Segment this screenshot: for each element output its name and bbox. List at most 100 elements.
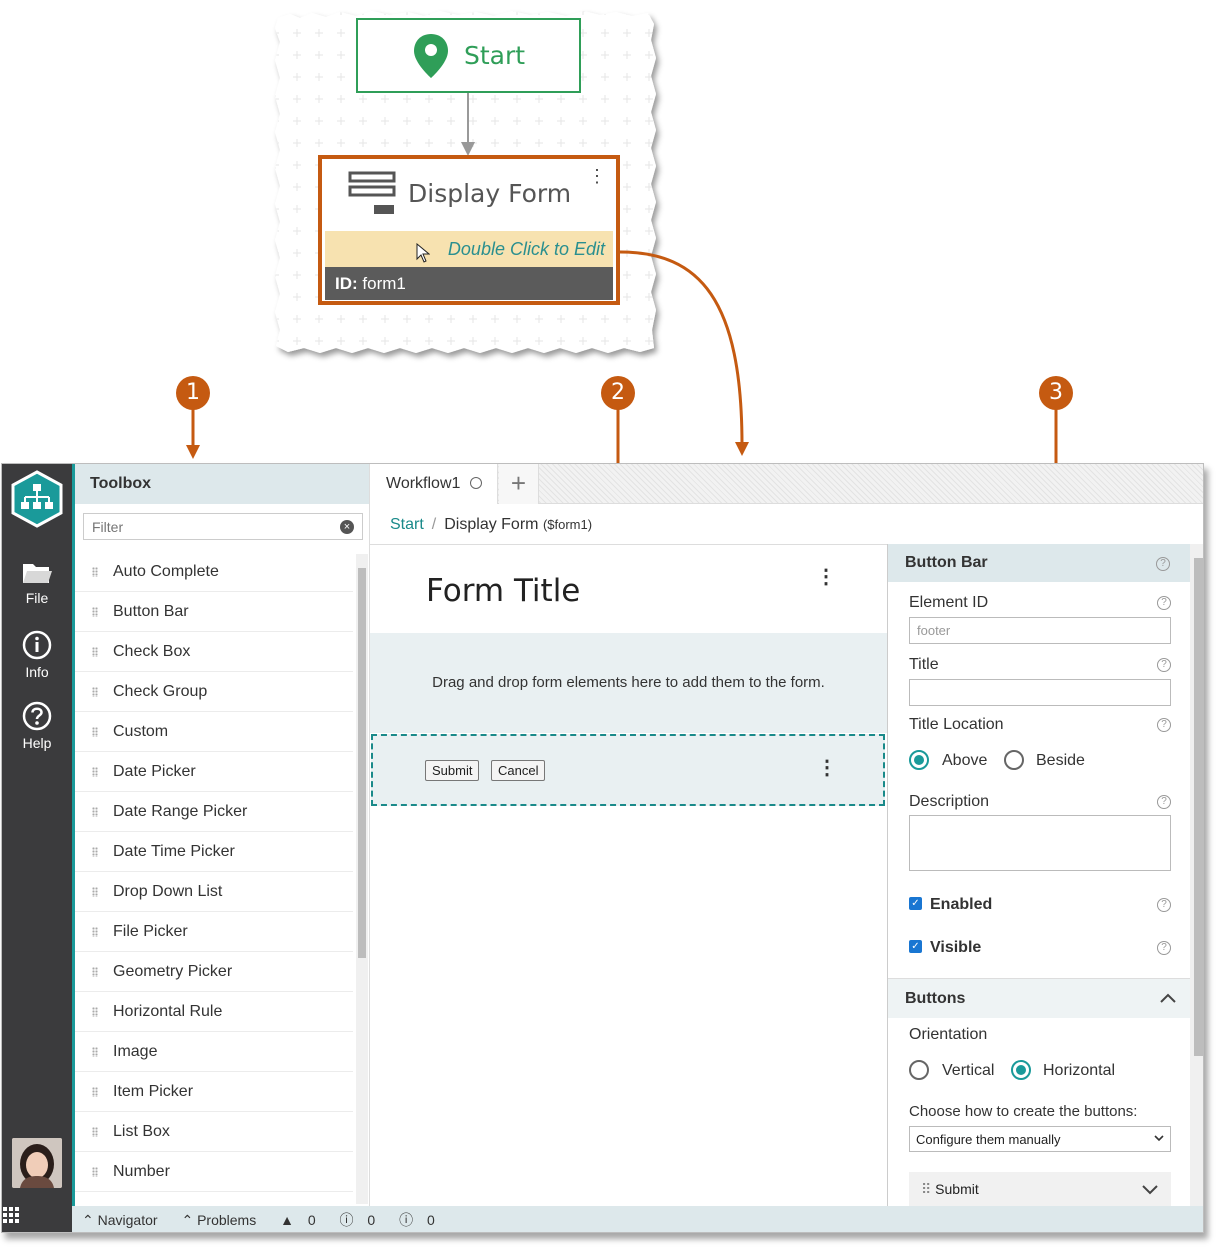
chevron-down-icon[interactable] — [1141, 1184, 1159, 1196]
status-bar: ⌃ Navigator ⌃ Problems ▲ 0 ⓘ 0 ⓘ 0 — [72, 1206, 1203, 1232]
navigator-toggle[interactable]: ⌃ Navigator — [82, 1212, 168, 1228]
header-help-icon[interactable]: ? — [1156, 557, 1170, 571]
toolbox-item[interactable]: Number — [75, 1152, 353, 1192]
marker-3: 3 — [1039, 376, 1073, 410]
element-id-input[interactable]: footer — [909, 617, 1171, 644]
display-form-node[interactable]: Display Form ⋮ Double Click to Edit ID: … — [318, 155, 620, 305]
infos-count[interactable]: ⓘ 0 — [399, 1212, 445, 1228]
errors-value: 0 — [367, 1212, 376, 1228]
node-id-bar: ID: form1 — [325, 267, 613, 300]
create-buttons-value: Configure them manually — [916, 1132, 1061, 1147]
unsaved-dot-icon — [470, 477, 483, 489]
radio-horizontal[interactable] — [1011, 1060, 1031, 1080]
node-id-label: ID: — [335, 274, 358, 293]
tab-workflow1-label: Workflow1 — [386, 475, 461, 492]
info-status-icon: ⓘ — [399, 1212, 414, 1228]
node-id-value: form1 — [362, 274, 406, 293]
radio-beside[interactable] — [1004, 750, 1024, 770]
marker-1-arrowhead — [186, 445, 200, 459]
enabled-help-icon[interactable]: ? — [1157, 898, 1171, 912]
toolbox-item[interactable]: Custom — [75, 712, 353, 752]
start-node[interactable]: Start — [356, 18, 581, 93]
chevron-up-icon[interactable] — [1159, 992, 1177, 1004]
map-pin-icon — [413, 33, 448, 78]
cancel-button[interactable]: Cancel — [491, 760, 546, 781]
errors-count[interactable]: ⓘ 0 — [340, 1212, 386, 1228]
breadcrumb-current: Display Form — [444, 516, 539, 533]
title-input[interactable] — [909, 679, 1171, 706]
radio-above[interactable] — [909, 750, 929, 770]
workflow-logo-icon[interactable] — [8, 470, 66, 528]
toolbox-item[interactable]: Geometry Picker — [75, 952, 353, 992]
drop-zone[interactable]: Drag and drop form elements here to add … — [370, 633, 887, 733]
description-label: Description — [909, 793, 990, 810]
toolbox-item[interactable]: Drop Down List — [75, 872, 353, 912]
toolbox-item[interactable]: Check Box — [75, 632, 353, 672]
form-icon — [348, 171, 396, 214]
button-item-submit[interactable]: ⠿ Submit — [909, 1172, 1171, 1206]
help-icon — [22, 701, 52, 731]
description-help-icon[interactable]: ? — [1157, 795, 1171, 809]
visible-checkbox[interactable]: ✓ — [909, 940, 922, 953]
buttons-section-header[interactable]: Buttons — [888, 978, 1190, 1018]
toolbox-item[interactable]: Horizontal Rule — [75, 992, 353, 1032]
breadcrumb-start-link[interactable]: Start — [390, 516, 424, 533]
add-tab-button[interactable]: + — [499, 464, 539, 504]
left-nav: File Info Help — [2, 464, 72, 1206]
buttons-section-label: Buttons — [905, 990, 966, 1007]
toolbox-scrollbar[interactable] — [356, 554, 368, 1204]
title-location-label: Title Location — [909, 716, 1004, 733]
toolbox-item[interactable]: Auto Complete — [75, 552, 353, 592]
title-label: Title — [909, 656, 939, 673]
nav-info-label: Info — [25, 664, 49, 680]
warnings-count[interactable]: ▲ 0 — [280, 1212, 326, 1228]
problems-toggle[interactable]: ⌃ Problems — [181, 1212, 266, 1228]
toolbox-item[interactable]: Button Bar — [75, 592, 353, 632]
error-icon: ⓘ — [339, 1212, 354, 1228]
clear-filter-icon[interactable]: × — [340, 520, 354, 534]
nav-info[interactable]: Info — [2, 630, 72, 680]
title-help-icon[interactable]: ? — [1157, 658, 1171, 672]
element-id-label: Element ID — [909, 594, 989, 611]
radio-vertical[interactable] — [909, 1060, 929, 1080]
button-bar-element[interactable]: Submit Cancel ⋮ — [371, 734, 885, 806]
form-title-menu-icon[interactable]: ⋮ — [816, 567, 836, 587]
breadcrumb-current-id: ($form1) — [542, 517, 593, 532]
toolbox-item[interactable]: File Picker — [75, 912, 353, 952]
nav-file[interactable]: File — [2, 560, 72, 606]
toolbox-filter-input[interactable] — [83, 513, 363, 540]
visible-help-icon[interactable]: ? — [1157, 941, 1171, 955]
drag-handle-icon[interactable]: ⠿ — [921, 1181, 931, 1197]
node-kebab-icon[interactable]: ⋮ — [588, 167, 606, 185]
nav-help[interactable]: Help — [2, 701, 72, 751]
title-location-help-icon[interactable]: ? — [1157, 718, 1171, 732]
start-node-label: Start — [463, 41, 526, 70]
folder-icon — [23, 564, 52, 583]
create-buttons-select[interactable]: Configure them manually — [909, 1126, 1171, 1152]
toolbox-panel: Toolbox × Auto CompleteButton BarCheck B… — [72, 464, 370, 1206]
visible-label: Visible — [930, 939, 982, 956]
grid-icon — [3, 1207, 19, 1223]
toolbox-item[interactable]: Date Picker — [75, 752, 353, 792]
form-title[interactable]: Form Title — [426, 573, 580, 609]
properties-scrollbar[interactable] — [1190, 544, 1203, 1206]
button-bar-menu-icon[interactable]: ⋮ — [817, 758, 837, 778]
toolbox-item[interactable]: Item Picker — [75, 1072, 353, 1112]
properties-scroll-thumb[interactable] — [1194, 558, 1203, 1056]
toolbox-item[interactable]: Date Time Picker — [75, 832, 353, 872]
toolbox-item[interactable]: Check Group — [75, 672, 353, 712]
element-id-help-icon[interactable]: ? — [1157, 596, 1171, 610]
toolbox-list: Auto Complete Button Bar Check Box Check Gr… — [75, 552, 353, 1192]
submit-button[interactable]: Submit — [425, 760, 480, 781]
toolbox-item[interactable]: Date Range Picker — [75, 792, 353, 832]
toolbox-item[interactable]: Image — [75, 1032, 353, 1072]
toolbox-item[interactable]: List Box — [75, 1112, 353, 1152]
toolbox-scroll-thumb[interactable] — [358, 568, 366, 958]
avatar[interactable] — [12, 1138, 62, 1188]
description-textarea[interactable] — [909, 815, 1171, 871]
tab-workflow1[interactable]: Workflow1 — [370, 464, 498, 504]
apps-grid-button[interactable] — [2, 1206, 72, 1232]
enabled-checkbox[interactable]: ✓ — [909, 897, 922, 910]
node-edit-hint[interactable]: Double Click to Edit — [325, 231, 613, 267]
problems-label: Problems — [197, 1212, 257, 1228]
